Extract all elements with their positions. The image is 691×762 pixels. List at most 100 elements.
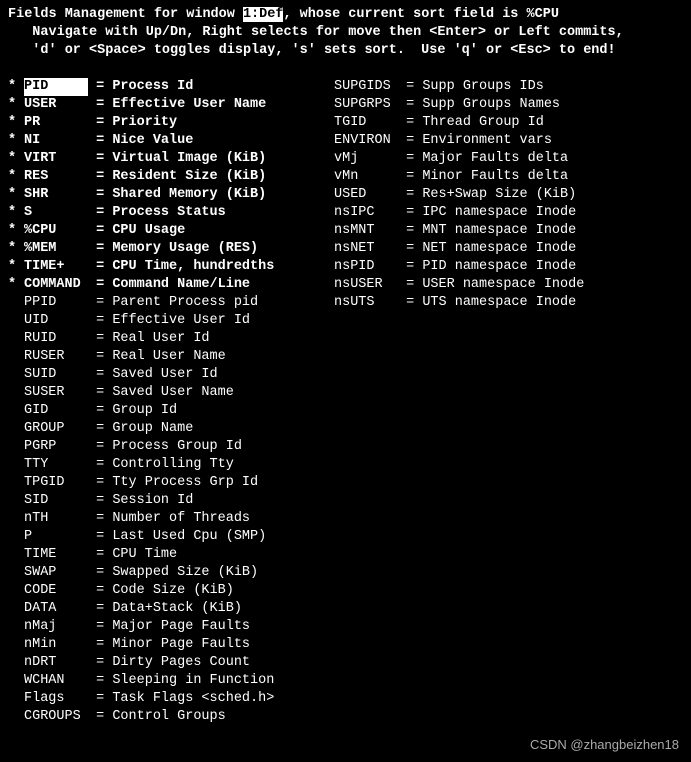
toggle-marker [8,384,24,402]
field-row[interactable]: SUPGIDS = Supp Groups IDs [318,78,584,96]
field-description: PID namespace Inode [422,258,576,276]
toggle-marker [318,294,334,312]
field-row[interactable]: TGID = Thread Group Id [318,114,584,132]
field-row[interactable]: * %MEM = Memory Usage (RES) [8,240,308,258]
toggle-marker [8,528,24,546]
field-name: PID [24,78,88,96]
field-description: Minor Page Faults [112,636,250,654]
field-name: P [24,528,88,546]
field-description: Saved User Id [112,366,217,384]
toggle-marker [8,312,24,330]
equals-separator: = [88,294,112,312]
field-row[interactable]: * USER = Effective User Name [8,96,308,114]
field-row[interactable]: nMin = Minor Page Faults [8,636,308,654]
field-name: %CPU [24,222,88,240]
field-row[interactable]: GROUP = Group Name [8,420,308,438]
field-row[interactable]: nsPID = PID namespace Inode [318,258,584,276]
field-row[interactable]: * S = Process Status [8,204,308,222]
equals-separator: = [398,168,422,186]
field-name: UID [24,312,88,330]
field-row[interactable]: * RES = Resident Size (KiB) [8,168,308,186]
field-name: SUPGRPS [334,96,398,114]
equals-separator: = [88,312,112,330]
toggle-marker [318,240,334,258]
field-row[interactable]: CODE = Code Size (KiB) [8,582,308,600]
field-row[interactable]: SWAP = Swapped Size (KiB) [8,564,308,582]
equals-separator: = [88,654,112,672]
fields-column-2[interactable]: SUPGIDS = Supp Groups IDs SUPGRPS = Supp… [318,78,584,726]
field-row[interactable]: vMn = Minor Faults delta [318,168,584,186]
field-row[interactable]: WCHAN = Sleeping in Function [8,672,308,690]
equals-separator: = [88,78,112,96]
title: Fields Management [8,7,146,22]
toggle-marker [8,564,24,582]
equals-separator: = [88,420,112,438]
field-description: IPC namespace Inode [422,204,576,222]
field-row[interactable]: nsUTS = UTS namespace Inode [318,294,584,312]
field-description: Group Id [112,402,177,420]
fields-column-1[interactable]: * PID = Process Id* USER = Effective Use… [8,78,308,726]
field-row[interactable]: * COMMAND = Command Name/Line [8,276,308,294]
field-row[interactable]: nsMNT = MNT namespace Inode [318,222,584,240]
field-row[interactable]: UID = Effective User Id [8,312,308,330]
watermark: CSDN @zhangbeizhen18 [530,736,679,754]
field-row[interactable]: * PR = Priority [8,114,308,132]
equals-separator: = [88,222,112,240]
field-description: MNT namespace Inode [422,222,576,240]
field-row[interactable]: TIME = CPU Time [8,546,308,564]
field-row[interactable]: SUID = Saved User Id [8,366,308,384]
field-row[interactable]: nsIPC = IPC namespace Inode [318,204,584,222]
field-row[interactable]: * TIME+ = CPU Time, hundredths [8,258,308,276]
toggle-marker [8,492,24,510]
field-row[interactable]: SUSER = Saved User Name [8,384,308,402]
field-row[interactable]: vMj = Major Faults delta [318,150,584,168]
field-row[interactable]: ENVIRON = Environment vars [318,132,584,150]
field-name: DATA [24,600,88,618]
field-row[interactable]: SUPGRPS = Supp Groups Names [318,96,584,114]
toggle-marker [8,330,24,348]
field-row[interactable]: nTH = Number of Threads [8,510,308,528]
field-row[interactable]: * PID = Process Id [8,78,308,96]
field-name: GID [24,402,88,420]
field-row[interactable]: SID = Session Id [8,492,308,510]
field-row[interactable]: USED = Res+Swap Size (KiB) [318,186,584,204]
field-description: Real User Id [112,330,209,348]
field-row[interactable]: * VIRT = Virtual Image (KiB) [8,150,308,168]
field-row[interactable]: RUID = Real User Id [8,330,308,348]
field-row[interactable]: * SHR = Shared Memory (KiB) [8,186,308,204]
window-label: 1:Def [243,7,284,22]
toggle-marker [8,456,24,474]
field-row[interactable]: * NI = Nice Value [8,132,308,150]
field-row[interactable]: * %CPU = CPU Usage [8,222,308,240]
toggle-marker: * [8,276,24,294]
field-row[interactable]: GID = Group Id [8,402,308,420]
field-name: CODE [24,582,88,600]
field-row[interactable]: CGROUPS = Control Groups [8,708,308,726]
field-row[interactable]: P = Last Used Cpu (SMP) [8,528,308,546]
toggle-marker [8,294,24,312]
field-row[interactable]: TPGID = Tty Process Grp Id [8,474,308,492]
equals-separator: = [88,456,112,474]
field-name: USER [24,96,88,114]
equals-separator: = [88,276,112,294]
equals-separator: = [88,492,112,510]
field-name: nDRT [24,654,88,672]
toggle-marker: * [8,78,24,96]
equals-separator: = [88,438,112,456]
field-row[interactable]: DATA = Data+Stack (KiB) [8,600,308,618]
field-row[interactable]: Flags = Task Flags <sched.h> [8,690,308,708]
field-row[interactable]: PPID = Parent Process pid [8,294,308,312]
equals-separator: = [398,240,422,258]
field-row[interactable]: nDRT = Dirty Pages Count [8,654,308,672]
field-row[interactable]: nsUSER = USER namespace Inode [318,276,584,294]
field-row[interactable]: PGRP = Process Group Id [8,438,308,456]
toggle-marker [8,618,24,636]
field-row[interactable]: RUSER = Real User Name [8,348,308,366]
toggle-marker [8,366,24,384]
field-description: Command Name/Line [112,276,250,294]
field-row[interactable]: nsNET = NET namespace Inode [318,240,584,258]
field-row[interactable]: TTY = Controlling Tty [8,456,308,474]
field-description: Thread Group Id [422,114,544,132]
field-row[interactable]: nMaj = Major Page Faults [8,618,308,636]
field-name: PPID [24,294,88,312]
